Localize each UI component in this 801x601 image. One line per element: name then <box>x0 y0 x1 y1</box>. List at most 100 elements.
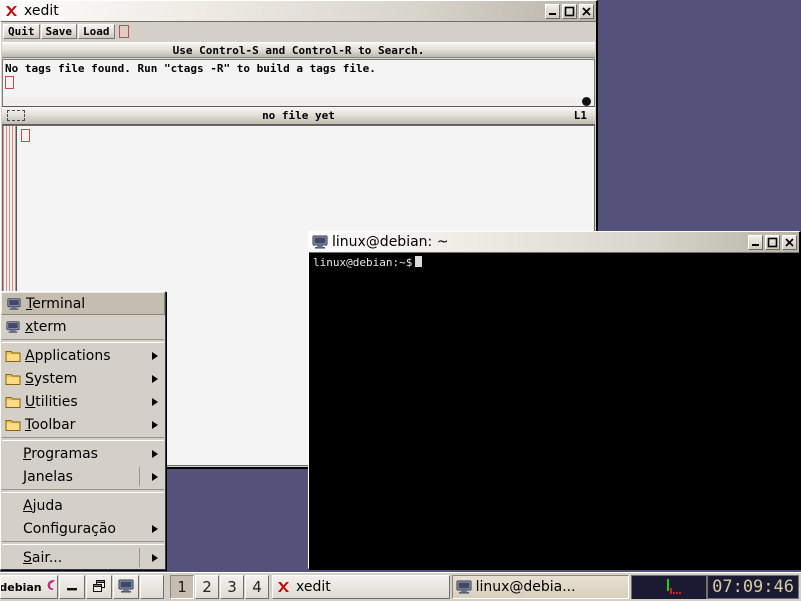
save-button[interactable]: Save <box>40 24 77 39</box>
quit-button[interactable]: Quit <box>3 24 40 39</box>
close-icon[interactable] <box>782 234 797 250</box>
workspace-button-1[interactable]: 1 <box>170 575 194 599</box>
x-logo-icon <box>4 3 20 19</box>
task-button-terminal[interactable]: linux@debia... <box>451 575 630 599</box>
computer-monitor-icon <box>6 297 22 311</box>
x-logo-icon <box>276 579 292 595</box>
menu-separator <box>2 489 164 493</box>
menu-item-label: System <box>25 370 78 387</box>
xedit-horizontal-scrollbar[interactable] <box>2 97 595 106</box>
debian-swirl-icon <box>43 577 57 598</box>
task-button-label: linux@debia... <box>475 579 576 595</box>
folder-icon <box>5 395 21 409</box>
computer-monitor-icon <box>312 234 328 250</box>
minimize-all-icon <box>64 578 80 597</box>
menu-item-divider <box>139 548 140 567</box>
terminal-cursor <box>415 256 423 267</box>
menu-item-terminal[interactable]: Terminal <box>1 292 165 315</box>
menu-separator <box>2 541 164 545</box>
computer-monitor-icon <box>5 320 21 334</box>
menu-item-xterm[interactable]: xterm <box>1 315 165 338</box>
folder-icon <box>5 372 21 386</box>
menu-item-programas[interactable]: Programas <box>1 442 165 465</box>
scrollbar-thumb[interactable] <box>582 97 591 106</box>
desktop: xedit Quit Save Load Use Control-S and C… <box>0 0 801 601</box>
system-tray: 07:09:46 <box>631 575 799 599</box>
xedit-search-hint: Use Control-S and Control-R to Search. <box>2 42 595 58</box>
xedit-title: xedit <box>24 3 59 19</box>
task-button-label: xedit <box>296 579 331 595</box>
xedit-status-filename: no file yet <box>262 109 335 122</box>
submenu-arrow-icon <box>152 472 158 481</box>
menu-item-label: Toolbar <box>25 416 76 433</box>
terminal-screen[interactable]: linux@debian:~$ <box>309 253 799 568</box>
root-menu[interactable]: Terminal xterm Applications System Utilities… <box>0 291 166 570</box>
submenu-arrow-icon <box>152 553 158 562</box>
terminal-title: linux@debian: ~ <box>332 234 449 250</box>
menu-item-sair[interactable]: Sair... <box>1 546 165 569</box>
workspace-button-3[interactable]: 3 <box>220 575 244 599</box>
folder-icon <box>5 349 21 363</box>
xedit-message-area[interactable]: No tags file found. Run "ctags -R" to bu… <box>2 59 595 97</box>
monitor-button[interactable] <box>113 575 139 599</box>
workspace-switcher: 1 2 3 4 <box>170 575 270 599</box>
submenu-arrow-icon <box>152 351 158 360</box>
close-icon[interactable] <box>579 3 594 19</box>
menu-separator <box>2 339 164 343</box>
submenu-arrow-icon <box>152 374 158 383</box>
text-caret <box>21 129 30 142</box>
maximize-icon[interactable] <box>765 234 780 250</box>
menu-item-label: Sair... <box>23 549 63 566</box>
workspace-button-4[interactable]: 4 <box>245 575 269 599</box>
menu-item-label: Ajuda <box>23 497 63 514</box>
menu-item-janelas[interactable]: Janelas <box>1 465 165 488</box>
submenu-arrow-icon <box>152 449 158 458</box>
load-button[interactable]: Load <box>78 24 115 39</box>
folder-icon <box>5 418 21 432</box>
taskbar-launcher-section: debian <box>0 575 165 599</box>
windows-cascade-icon <box>91 578 107 597</box>
menu-item-label: Programas <box>23 445 98 462</box>
menu-item-utilities[interactable]: Utilities <box>1 390 165 413</box>
submenu-arrow-icon <box>152 524 158 533</box>
clock[interactable]: 07:09:46 <box>707 575 799 599</box>
xedit-status-line: L1 <box>573 109 587 122</box>
xedit-message-caret <box>5 76 14 89</box>
menu-item-system[interactable]: System <box>1 367 165 390</box>
start-button[interactable]: debian <box>0 575 58 599</box>
menu-item-divider <box>139 467 140 486</box>
submenu-arrow-icon <box>152 397 158 406</box>
window-list-button[interactable] <box>86 575 112 599</box>
taskbar: debian 1 2 3 4 xedit linux@debia... 07:0… <box>0 572 801 601</box>
xedit-message-text: No tags file found. Run "ctags -R" to bu… <box>5 62 376 75</box>
cpu-load-monitor[interactable] <box>631 575 708 599</box>
terminal-window-controls <box>748 234 797 250</box>
menu-item-label: Terminal <box>26 295 86 312</box>
terminal-window[interactable]: linux@debian: ~ linux@debian:~$ <box>308 231 801 570</box>
menu-item-ajuda[interactable]: Ajuda <box>1 494 165 517</box>
menu-item-configura-o[interactable]: Configuração <box>1 517 165 540</box>
terminal-prompt-line: linux@debian:~$ <box>313 256 798 269</box>
xedit-titlebar[interactable]: xedit <box>1 1 596 22</box>
terminal-titlebar[interactable]: linux@debian: ~ <box>309 232 799 253</box>
task-button-xedit[interactable]: xedit <box>272 575 450 599</box>
xedit-window-controls <box>545 3 594 19</box>
xedit-button-row: Quit Save Load <box>1 22 596 41</box>
minimize-icon[interactable] <box>545 3 560 19</box>
minimize-icon[interactable] <box>748 234 763 250</box>
menu-separator <box>2 437 164 441</box>
computer-monitor-icon <box>456 579 472 595</box>
menu-item-toolbar[interactable]: Toolbar <box>1 413 165 436</box>
computer-monitor-icon <box>118 578 134 597</box>
start-button-label: debian <box>0 580 42 594</box>
menu-item-applications[interactable]: Applications <box>1 344 165 367</box>
menu-item-label: Configuração <box>23 520 116 537</box>
show-desktop-button[interactable] <box>59 575 85 599</box>
submenu-arrow-icon <box>152 420 158 429</box>
maximize-icon[interactable] <box>562 3 577 19</box>
task-list: xedit linux@debia... <box>272 575 631 599</box>
workspace-button-2[interactable]: 2 <box>195 575 219 599</box>
menu-item-label: Janelas <box>23 468 73 485</box>
blank-button[interactable] <box>140 575 164 599</box>
filename-input[interactable] <box>118 25 129 38</box>
